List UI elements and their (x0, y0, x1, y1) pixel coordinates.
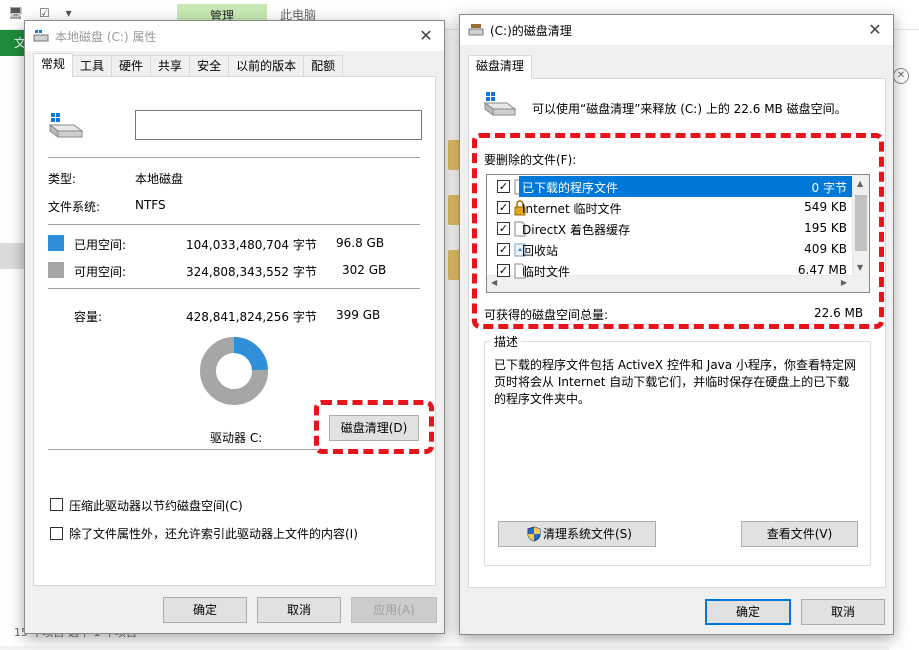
used-space-gb: 96.8 GB (336, 236, 385, 250)
free-space-label: 可用空间: (74, 265, 127, 279)
cleanup-title: (C:)的磁盘清理 (490, 24, 572, 38)
clean-system-files-button[interactable]: 清理系统文件(S) (498, 521, 656, 547)
tab-sharing[interactable]: 共享 (150, 55, 191, 77)
filesystem-value: NTFS (135, 198, 166, 212)
filesystem-label: 文件系统: (48, 200, 101, 214)
item-size: 0 字节 (811, 181, 847, 195)
highlight-annotation (472, 133, 884, 329)
properties-title: 本地磁盘 (C:) 属性 (55, 30, 157, 44)
index-checkbox[interactable] (50, 527, 63, 540)
cancel-button[interactable]: 取消 (257, 597, 341, 623)
divider (48, 224, 420, 225)
used-color-swatch (48, 235, 64, 251)
type-value: 本地磁盘 (135, 172, 184, 186)
properties-tabs: 常规 工具 硬件 共享 安全 以前的版本 配额 (33, 53, 344, 77)
free-space-gb: 302 GB (342, 263, 387, 277)
divider (48, 157, 420, 158)
capacity-bytes: 428,841,824,256 字节 (186, 310, 317, 324)
drive-icon (33, 30, 49, 42)
drive-icon (483, 92, 517, 116)
used-space-label: 已用空间: (74, 238, 127, 252)
disk-cleanup-dialog: (C:)的磁盘清理 ✕ 磁盘清理 可以使用“磁盘清理”来释放 (C:) 上的 2… (459, 14, 894, 635)
properties-titlebar[interactable]: 本地磁盘 (C:) 属性 ✕ (25, 21, 444, 51)
cancel-button[interactable]: 取消 (801, 599, 885, 625)
divider (48, 449, 318, 450)
drive-name-field[interactable] (135, 110, 422, 140)
ok-button[interactable]: 确定 (705, 599, 791, 625)
tab-previous-versions[interactable]: 以前的版本 (228, 55, 305, 77)
item-name: 已下载的程序文件 (522, 181, 619, 195)
highlight-annotation (314, 400, 434, 454)
disk-usage-donut (200, 337, 268, 405)
index-label: 除了文件属性外，还允许索引此驱动器上文件的内容(I) (69, 527, 358, 541)
free-color-swatch (48, 262, 64, 278)
description-text: 已下载的程序文件包括 ActiveX 控件和 Java 小程序，你查看特定网页时… (494, 358, 856, 406)
description-group-label: 描述 (491, 333, 522, 350)
tab-quota[interactable]: 配额 (303, 55, 344, 77)
capacity-label: 容量: (74, 310, 103, 324)
tab-security[interactable]: 安全 (189, 55, 230, 77)
quick-access-icons[interactable]: 🖥 ☑ ▾ (8, 6, 78, 20)
disk-cleanup-icon (468, 24, 484, 36)
uac-shield-icon (527, 526, 541, 542)
drive-letter-label: 驱动器 C: (210, 431, 263, 445)
tab-general[interactable]: 常规 (33, 53, 74, 77)
tab-hardware[interactable]: 硬件 (111, 55, 152, 77)
properties-dialog: 本地磁盘 (C:) 属性 ✕ 常规 工具 硬件 共享 安全 以前的版本 配额 类… (24, 20, 445, 634)
drive-icon (48, 113, 84, 138)
used-space-bytes: 104,033,480,704 字节 (186, 238, 317, 252)
type-label: 类型: (48, 172, 77, 186)
close-icon[interactable]: ✕ (893, 68, 909, 84)
view-files-button[interactable]: 查看文件(V) (741, 521, 858, 547)
free-space-bytes: 324,808,343,552 字节 (186, 265, 317, 279)
compress-label: 压缩此驱动器以节约磁盘空间(C) (69, 499, 243, 513)
capacity-gb: 399 GB (336, 308, 381, 322)
general-tab-panel: 类型: 本地磁盘 文件系统: NTFS 已用空间: 104,033,480,70… (33, 76, 436, 586)
ok-button[interactable]: 确定 (163, 597, 247, 623)
tab-tools[interactable]: 工具 (72, 55, 113, 77)
compress-checkbox[interactable] (50, 498, 63, 511)
close-icon[interactable]: ✕ (863, 19, 887, 41)
divider (48, 288, 420, 289)
apply-button[interactable]: 应用(A) (351, 597, 437, 623)
nav-pane-selected-item[interactable] (0, 243, 24, 269)
close-icon[interactable]: ✕ (414, 25, 438, 47)
cleanup-summary: 可以使用“磁盘清理”来释放 (C:) 上的 22.6 MB 磁盘空间。 (532, 102, 847, 116)
clean-system-files-label: 清理系统文件(S) (543, 527, 632, 541)
tab-disk-cleanup[interactable]: 磁盘清理 (468, 55, 533, 79)
cleanup-tabs: 磁盘清理 (468, 55, 533, 79)
cleanup-titlebar[interactable]: (C:)的磁盘清理 ✕ (460, 15, 893, 45)
